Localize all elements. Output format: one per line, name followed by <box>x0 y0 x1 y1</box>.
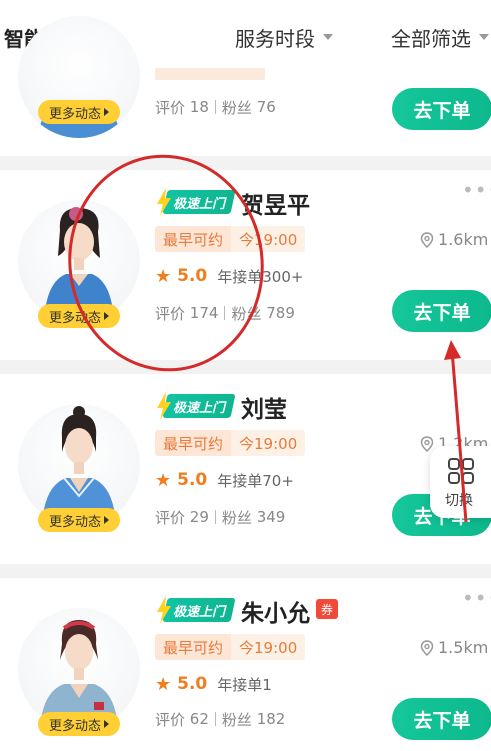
more-updates-label: 更多动态 <box>48 514 101 530</box>
fans-count: 349 <box>256 508 286 526</box>
more-updates-button[interactable]: 更多动态 <box>38 508 120 532</box>
provider-name: 刘莹 <box>241 397 287 423</box>
divider <box>224 306 226 320</box>
earliest-time-tag: 最早可约 今19:00 <box>155 226 306 252</box>
earliest-label: 最早可约 <box>155 226 232 252</box>
lightning-icon <box>157 596 171 624</box>
provider-card[interactable]: 更多动态 极速上门 贺昱平 ••• 最早可约 今19:00 1.6km ★ 5.… <box>0 170 491 360</box>
provider-card[interactable]: 更多动态 评价 18 粉丝 76 去下单 <box>0 16 491 156</box>
rating-count: 62 <box>189 710 209 728</box>
order-button[interactable]: 去下单 <box>392 698 491 740</box>
order-button[interactable]: 去下单 <box>392 88 491 130</box>
speed-badge: 极速上门 <box>155 596 236 624</box>
speed-badge-label: 极速上门 <box>173 605 226 620</box>
fans-count: 182 <box>256 710 286 728</box>
yearly-orders: 年接单1 <box>217 675 272 694</box>
service-time-label: 服务时段 <box>235 26 315 51</box>
rating-count: 18 <box>189 98 209 116</box>
chevron-down-icon <box>479 34 489 40</box>
play-arrow-icon <box>104 108 109 116</box>
speed-badge-label: 极速上门 <box>173 401 226 416</box>
speed-badge: 极速上门 <box>155 188 236 216</box>
earliest-time-tag: 最早可约 今19:00 <box>155 634 306 660</box>
rating-row: ★ 5.0 年接单1 <box>155 672 272 696</box>
more-updates-label: 更多动态 <box>48 718 101 734</box>
speed-badge-label: 极速上门 <box>173 197 226 212</box>
rating-count: 29 <box>189 508 209 526</box>
fans-label: 粉丝 <box>221 508 252 527</box>
stats: 评价 29 粉丝 349 <box>155 506 285 528</box>
all-filters-label: 全部筛选 <box>391 26 471 51</box>
more-updates-button[interactable]: 更多动态 <box>38 100 120 124</box>
fans-count: 789 <box>266 304 295 322</box>
provider-card[interactable]: 更多动态 极速上门 刘莹 最早可约 今19:00 1.2km ★ 5.0 年接单… <box>0 374 491 564</box>
rating-row: ★ 5.0 年接单70+ <box>155 468 294 492</box>
more-updates-button[interactable]: 更多动态 <box>38 304 120 328</box>
yearly-orders: 年接单70+ <box>217 471 294 490</box>
more-updates-label: 更多动态 <box>48 310 101 326</box>
distance-value: 1.6km <box>438 230 489 249</box>
earliest-time: 今19:00 <box>231 430 306 456</box>
fans-label: 粉丝 <box>231 304 262 323</box>
divider <box>214 712 216 726</box>
chevron-down-icon <box>323 34 333 40</box>
more-updates-label: 更多动态 <box>48 106 101 122</box>
play-arrow-icon <box>104 516 109 524</box>
more-updates-button[interactable]: 更多动态 <box>38 712 120 736</box>
play-arrow-icon <box>104 720 109 728</box>
star-icon: ★ <box>155 469 172 491</box>
earliest-label: 最早可约 <box>155 634 232 660</box>
earliest-label: 最早可约 <box>155 430 232 456</box>
stats: 评价 174 粉丝 789 <box>155 302 295 324</box>
play-arrow-icon <box>104 312 109 320</box>
fans-count: 76 <box>256 98 276 116</box>
all-filters-dropdown[interactable]: 全部筛选 <box>391 22 489 52</box>
grid-icon <box>448 458 474 484</box>
coupon-badge: 券 <box>316 599 338 619</box>
fans-label: 粉丝 <box>221 710 252 729</box>
fans-label: 粉丝 <box>221 98 252 117</box>
rating-count-label: 评价 <box>155 98 186 117</box>
location-pin-icon <box>420 231 434 248</box>
score: 5.0 <box>177 674 208 694</box>
switch-view-label: 切换 <box>445 493 473 509</box>
time-tag-partial <box>155 68 265 80</box>
rating-count: 174 <box>189 304 219 322</box>
switch-view-button[interactable]: 切换 <box>430 446 491 518</box>
more-options-icon[interactable]: ••• <box>462 586 491 610</box>
star-icon: ★ <box>155 673 172 695</box>
location-pin-icon <box>420 639 434 656</box>
rating-count-label: 评价 <box>155 508 186 527</box>
star-icon: ★ <box>155 265 172 287</box>
more-options-icon[interactable]: ••• <box>462 178 491 202</box>
divider <box>214 100 216 114</box>
earliest-time: 今19:00 <box>231 634 306 660</box>
divider <box>214 510 216 524</box>
rating-row: ★ 5.0 年接单300+ <box>155 264 303 288</box>
rating-count-label: 评价 <box>155 304 186 323</box>
order-button[interactable]: 去下单 <box>392 290 491 332</box>
earliest-time-tag: 最早可约 今19:00 <box>155 430 306 456</box>
score: 5.0 <box>177 470 208 490</box>
provider-card[interactable]: 更多动态 极速上门 朱小允 券 ••• 最早可约 今19:00 1.5km ★ … <box>0 578 491 751</box>
location-pin-icon <box>420 435 434 452</box>
provider-name: 朱小允 <box>241 601 310 627</box>
distance: 1.5km <box>420 638 488 657</box>
lightning-icon <box>157 392 171 420</box>
distance-value: 1.5km <box>438 638 489 657</box>
service-time-dropdown[interactable]: 服务时段 <box>235 22 333 52</box>
stats: 评价 18 粉丝 76 <box>155 96 276 118</box>
page: 智能排序 服务时段 全部筛选 更多动态 评价 18 粉丝 76 <box>0 0 491 751</box>
stats: 评价 62 粉丝 182 <box>155 708 285 730</box>
lightning-icon <box>157 188 171 216</box>
speed-badge: 极速上门 <box>155 392 236 420</box>
earliest-time: 今19:00 <box>231 226 306 252</box>
distance: 1.6km <box>420 230 488 249</box>
yearly-orders: 年接单300+ <box>217 267 304 286</box>
rating-count-label: 评价 <box>155 710 186 729</box>
provider-name: 贺昱平 <box>241 193 310 219</box>
score: 5.0 <box>177 266 208 286</box>
